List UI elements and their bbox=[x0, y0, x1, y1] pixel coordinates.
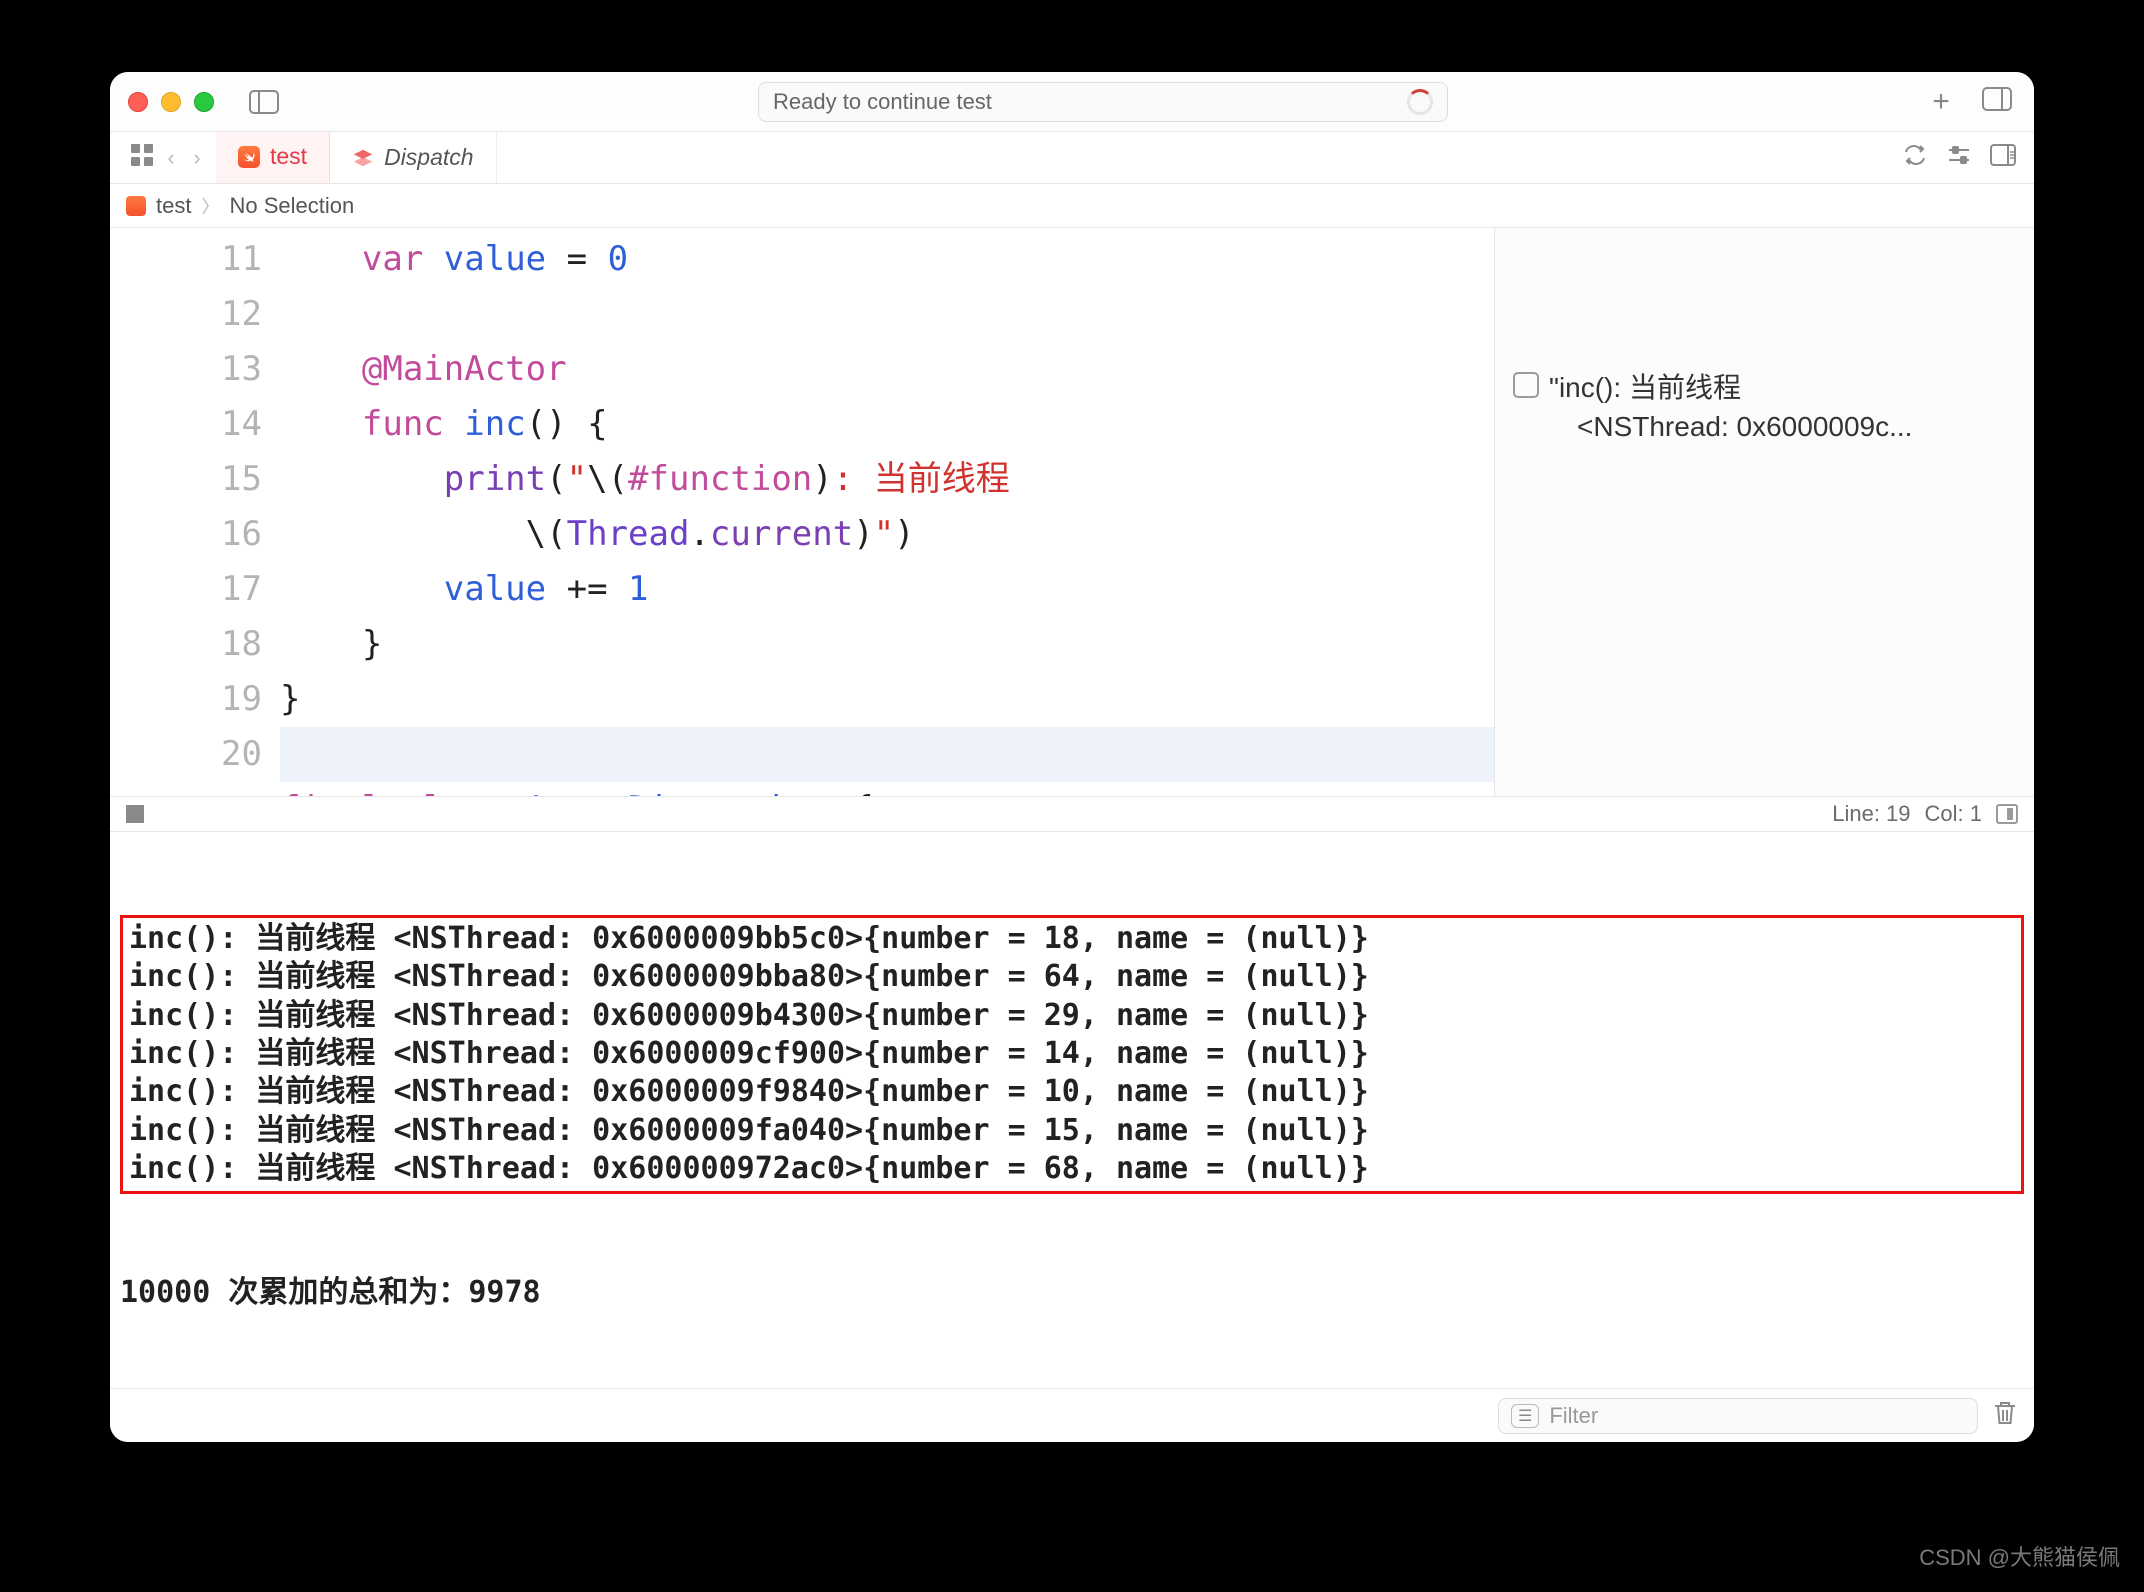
zoom-button[interactable] bbox=[194, 92, 214, 112]
split-editor-icon[interactable] bbox=[1990, 144, 2016, 171]
activity-text: Ready to continue test bbox=[773, 89, 992, 115]
inline-result-text: "inc(): 当前线程 <NSThread: 0x6000009c... bbox=[1549, 368, 1912, 446]
navigator-grid-icon[interactable] bbox=[128, 144, 156, 172]
adjust-icon[interactable] bbox=[1946, 144, 1972, 171]
stop-icon[interactable] bbox=[126, 805, 144, 823]
close-button[interactable] bbox=[128, 92, 148, 112]
minimap-toggle-icon[interactable] bbox=[1996, 804, 2018, 824]
activity-field[interactable]: Ready to continue test bbox=[758, 82, 1448, 122]
window-controls bbox=[128, 92, 214, 112]
dispatch-stack-icon bbox=[352, 147, 374, 169]
debug-console[interactable]: inc(): 当前线程 <NSThread: 0x6000009bb5c0>{n… bbox=[110, 832, 2034, 1388]
console-summary-line: 10000 次累加的总和为：9978 bbox=[120, 1274, 2024, 1312]
console-footer: ☰ Filter bbox=[110, 1388, 2034, 1442]
tab-bar: ‹ › test Dispatch bbox=[110, 132, 2034, 184]
filter-placeholder: Filter bbox=[1549, 1403, 1598, 1429]
breadcrumb-selection: No Selection bbox=[229, 193, 354, 219]
quicklook-icon[interactable] bbox=[1513, 372, 1539, 398]
breadcrumb-file: test bbox=[156, 193, 191, 219]
status-line: Line: 19 bbox=[1832, 801, 1910, 827]
tab-leading: ‹ › bbox=[110, 132, 216, 183]
titlebar: Ready to continue test + bbox=[110, 72, 2034, 132]
loading-spinner-icon bbox=[1407, 89, 1433, 115]
editor-area: 11121314151617181920 var value = 0 @Main… bbox=[110, 228, 2034, 796]
nav-forward-icon[interactable]: › bbox=[186, 145, 208, 171]
editor-status-bar: Line: 19 Col: 1 bbox=[110, 796, 2034, 832]
sync-icon[interactable] bbox=[1902, 144, 1928, 171]
left-sidebar-toggle-icon[interactable] bbox=[246, 88, 282, 116]
tab-dispatch[interactable]: Dispatch bbox=[330, 132, 496, 183]
filter-scope-chip[interactable]: ☰ bbox=[1511, 1404, 1539, 1428]
toolbar-center: Ready to continue test bbox=[296, 82, 1910, 122]
tab-label: Dispatch bbox=[384, 144, 473, 171]
line-gutter: 11121314151617181920 bbox=[110, 228, 280, 796]
right-sidebar-toggle-icon[interactable] bbox=[1982, 87, 2016, 116]
tab-label: test bbox=[270, 143, 307, 170]
status-col: Col: 1 bbox=[1925, 801, 1982, 827]
minimize-button[interactable] bbox=[161, 92, 181, 112]
watermark: CSDN @大熊猫侯佩 bbox=[1919, 1540, 2120, 1572]
breadcrumb[interactable]: test 〉 No Selection bbox=[110, 184, 2034, 228]
swift-icon bbox=[126, 196, 146, 216]
tab-test[interactable]: test bbox=[216, 132, 330, 183]
inline-result-pane: "inc(): 当前线程 <NSThread: 0x6000009c... bbox=[1494, 228, 2034, 796]
add-button[interactable]: + bbox=[1924, 85, 1958, 119]
console-filter-input[interactable]: ☰ Filter bbox=[1498, 1398, 1978, 1434]
xcode-window: Ready to continue test + ‹ › test bbox=[110, 72, 2034, 1442]
console-highlight-box: inc(): 当前线程 <NSThread: 0x6000009bb5c0>{n… bbox=[120, 915, 2024, 1194]
tab-trailing bbox=[1902, 132, 2034, 183]
inline-result-row[interactable]: "inc(): 当前线程 <NSThread: 0x6000009c... bbox=[1513, 368, 2016, 446]
code-editor[interactable]: var value = 0 @MainActor func inc() { pr… bbox=[280, 228, 1494, 796]
swift-icon bbox=[238, 146, 260, 168]
chevron-right-icon: 〉 bbox=[201, 193, 219, 219]
trash-icon[interactable] bbox=[1992, 1399, 2018, 1432]
nav-back-icon[interactable]: ‹ bbox=[160, 145, 182, 171]
